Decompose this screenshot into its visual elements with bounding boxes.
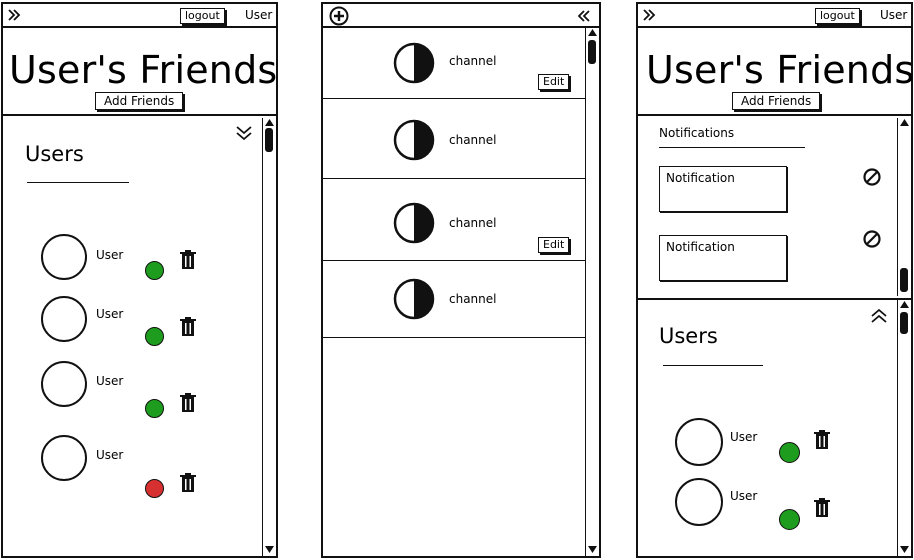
top-bar: logout User [638, 4, 911, 28]
divider [323, 337, 585, 338]
add-friends-button[interactable]: Add Friends [732, 92, 821, 110]
edit-button[interactable]: Edit [538, 237, 570, 253]
user-name: User [96, 307, 124, 321]
top-bar: logout User [3, 4, 276, 28]
user-label: User [880, 8, 908, 22]
channel-name: channel [449, 54, 497, 68]
scrollbar-thumb[interactable] [588, 40, 596, 64]
scrollbar[interactable] [897, 118, 911, 296]
double-chevron-right-icon[interactable] [7, 8, 21, 22]
trash-icon[interactable] [179, 393, 197, 413]
scrollbar[interactable] [897, 300, 911, 556]
scrollbar-thumb[interactable] [900, 312, 908, 334]
scrollbar-thumb[interactable] [265, 128, 273, 152]
title-section: User's Friends Add Friends [3, 30, 278, 116]
notification-text: Notification [666, 240, 735, 254]
avatar [41, 296, 87, 342]
avatar [675, 478, 723, 526]
status-dot-online [779, 442, 800, 463]
scrollbar[interactable] [262, 118, 276, 556]
double-chevron-right-icon[interactable] [642, 8, 656, 22]
half-circle-icon [393, 119, 435, 161]
avatar [41, 234, 87, 280]
scroll-up-arrow-icon[interactable] [900, 119, 909, 126]
channel-name: channel [449, 216, 497, 230]
trash-icon[interactable] [813, 430, 831, 450]
logout-button[interactable]: logout [815, 8, 860, 24]
status-dot-online [145, 399, 164, 418]
divider [323, 260, 585, 261]
scrollbar-thumb[interactable] [900, 268, 908, 292]
half-circle-icon [393, 278, 435, 320]
edit-button[interactable]: Edit [538, 74, 570, 90]
notification-item[interactable]: Notification [659, 235, 787, 281]
notifications-title: Notifications [659, 126, 735, 140]
user-name: User [730, 489, 758, 503]
right-panel: logout User User's Friends Add Friends N… [636, 2, 914, 558]
circle-plus-icon[interactable] [329, 6, 349, 26]
users-section-title: Users [25, 142, 84, 166]
block-icon[interactable] [863, 168, 881, 186]
divider [323, 98, 585, 99]
block-icon[interactable] [863, 230, 881, 248]
left-panel: logout User User's Friends Add Friends U… [1, 2, 278, 558]
channels-panel: channel Edit channel channel Edit channe… [321, 2, 601, 558]
status-dot-online [145, 261, 164, 280]
notification-item[interactable]: Notification [659, 166, 787, 212]
avatar [41, 361, 87, 407]
scroll-up-arrow-icon[interactable] [900, 301, 909, 308]
title-section: User's Friends Add Friends [638, 30, 914, 116]
trash-icon[interactable] [179, 250, 197, 270]
user-label: User [245, 8, 273, 22]
page-title: User's Friends [9, 48, 278, 92]
trash-icon[interactable] [179, 317, 197, 337]
scroll-down-arrow-icon[interactable] [900, 546, 909, 553]
scroll-down-arrow-icon[interactable] [588, 546, 597, 553]
users-section-title: Users [659, 324, 718, 348]
top-bar [323, 4, 599, 28]
status-dot-online [145, 327, 164, 346]
user-name: User [96, 248, 124, 262]
user-name: User [96, 374, 124, 388]
add-friends-button[interactable]: Add Friends [95, 92, 184, 110]
avatar [675, 418, 723, 466]
notification-text: Notification [666, 171, 735, 185]
page-title: User's Friends [646, 48, 914, 92]
divider [663, 365, 763, 366]
trash-icon[interactable] [813, 498, 831, 518]
divider [27, 182, 129, 183]
half-circle-icon [393, 202, 435, 244]
scroll-up-arrow-icon[interactable] [588, 29, 597, 36]
user-name: User [730, 430, 758, 444]
user-name: User [96, 448, 124, 462]
status-dot-offline [145, 479, 164, 498]
double-chevron-left-icon[interactable] [577, 9, 591, 23]
divider [659, 147, 805, 148]
avatar [41, 435, 87, 481]
trash-icon[interactable] [179, 473, 197, 493]
double-chevron-down-icon[interactable] [235, 124, 253, 142]
status-dot-online [779, 509, 800, 530]
channel-name: channel [449, 292, 497, 306]
scroll-down-arrow-icon[interactable] [265, 546, 274, 553]
notifications-section: Notifications Notification Notification [638, 116, 911, 300]
double-chevron-up-icon[interactable] [870, 307, 888, 325]
channel-name: channel [449, 133, 497, 147]
logout-button[interactable]: logout [180, 8, 225, 24]
scroll-up-arrow-icon[interactable] [265, 119, 274, 126]
scrollbar[interactable] [585, 28, 599, 556]
half-circle-icon [393, 42, 435, 84]
divider [323, 178, 585, 179]
